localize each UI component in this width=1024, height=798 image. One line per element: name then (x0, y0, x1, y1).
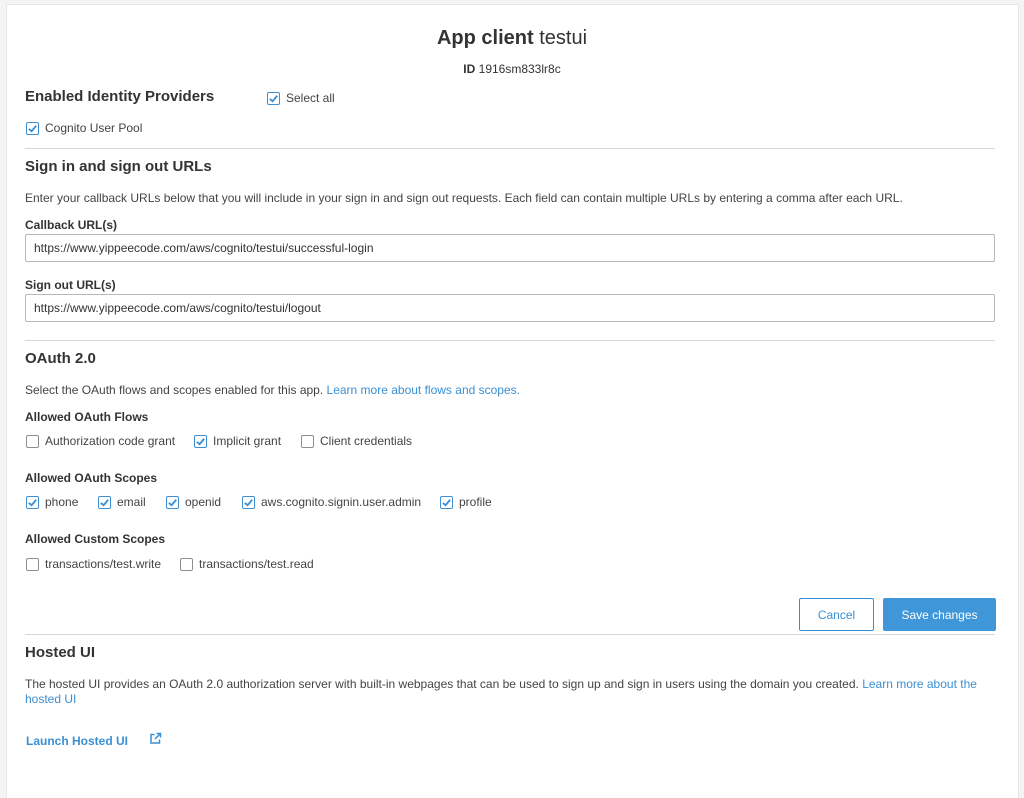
checkbox-checked-icon[interactable] (267, 91, 280, 105)
custom-scope-label: transactions/test.write (45, 557, 162, 571)
section-divider (25, 340, 995, 341)
external-link-icon[interactable] (149, 732, 162, 745)
checkbox-checked-icon[interactable] (440, 495, 453, 509)
custom-scope-read-checkbox[interactable]: transactions/test.read (180, 557, 314, 571)
scope-label: profile (459, 495, 492, 509)
scope-email-checkbox[interactable]: email (98, 495, 146, 509)
scope-profile-checkbox[interactable]: profile (440, 495, 492, 509)
oauth-flows-label: Allowed OAuth Flows (25, 410, 149, 424)
launch-hosted-ui-link[interactable]: Launch Hosted UI (26, 734, 128, 748)
scope-label: openid (185, 495, 222, 509)
save-changes-button[interactable]: Save changes (883, 598, 996, 631)
scope-openid-checkbox[interactable]: openid (166, 495, 221, 509)
hosted-ui-heading: Hosted UI (25, 644, 96, 661)
hosted-ui-description: The hosted UI provides an OAuth 2.0 auth… (25, 677, 977, 706)
checkbox-checked-icon[interactable] (242, 495, 255, 509)
checkbox-checked-icon[interactable] (194, 434, 207, 448)
checkbox-unchecked-icon[interactable] (26, 434, 39, 448)
oauth-description: Select the OAuth flows and scopes enable… (25, 383, 520, 397)
urls-heading: Sign in and sign out URLs (25, 158, 212, 175)
identity-providers-heading: Enabled Identity Providers (25, 88, 215, 105)
checkbox-unchecked-icon[interactable] (180, 557, 193, 571)
client-id: ID 1916sm833lr8c (463, 62, 561, 76)
scope-phone-checkbox[interactable]: phone (26, 495, 78, 509)
section-divider (25, 634, 995, 635)
section-divider (25, 148, 995, 149)
custom-scope-write-checkbox[interactable]: transactions/test.write (26, 557, 161, 571)
oauth-scopes-label: Allowed OAuth Scopes (25, 471, 158, 485)
implicit-grant-checkbox[interactable]: Implicit grant (194, 434, 281, 448)
custom-scopes-label: Allowed Custom Scopes (25, 532, 166, 546)
client-credentials-checkbox[interactable]: Client credentials (301, 434, 412, 448)
cancel-button[interactable]: Cancel (799, 598, 874, 631)
flow-label: Client credentials (320, 434, 413, 448)
page-title: App client testui (436, 27, 588, 49)
urls-description: Enter your callback URLs below that you … (25, 191, 903, 205)
checkbox-checked-icon[interactable] (166, 495, 179, 509)
cognito-user-pool-label: Cognito User Pool (45, 121, 143, 135)
callback-url-input[interactable] (25, 234, 995, 262)
scope-label: phone (45, 495, 79, 509)
signout-url-label: Sign out URL(s) (25, 278, 116, 292)
flow-label: Implicit grant (213, 434, 282, 448)
flow-label: Authorization code grant (45, 434, 176, 448)
custom-scope-label: transactions/test.read (199, 557, 314, 571)
scope-label: aws.cognito.signin.user.admin (261, 495, 422, 509)
learn-more-flows-link[interactable]: Learn more about flows and scopes. (327, 383, 520, 397)
scope-admin-checkbox[interactable]: aws.cognito.signin.user.admin (242, 495, 421, 509)
scope-label: email (117, 495, 146, 509)
checkbox-checked-icon[interactable] (26, 121, 39, 135)
checkbox-unchecked-icon[interactable] (26, 557, 39, 571)
checkbox-checked-icon[interactable] (98, 495, 111, 509)
checkbox-checked-icon[interactable] (26, 495, 39, 509)
select-all-label: Select all (286, 91, 335, 105)
authorization-code-grant-checkbox[interactable]: Authorization code grant (26, 434, 175, 448)
select-all-checkbox[interactable]: Select all (267, 91, 335, 105)
oauth-heading: OAuth 2.0 (25, 350, 96, 367)
callback-url-label: Callback URL(s) (25, 218, 118, 232)
checkbox-unchecked-icon[interactable] (301, 434, 314, 448)
cognito-user-pool-checkbox[interactable]: Cognito User Pool (26, 121, 142, 135)
signout-url-input[interactable] (25, 294, 995, 322)
